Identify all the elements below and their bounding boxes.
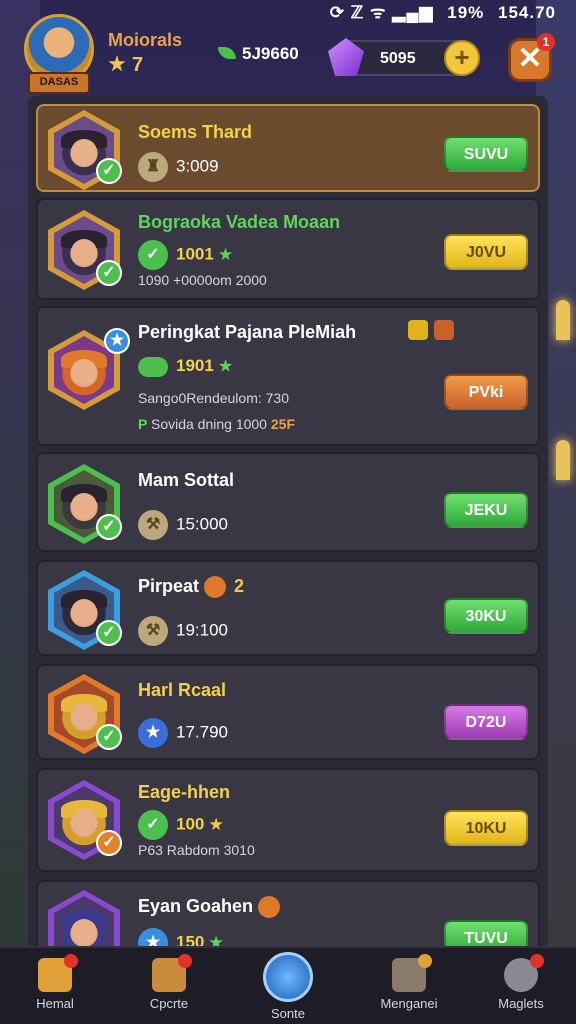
gold-counter: 5J9660: [218, 44, 299, 64]
card-title: Peringkat Pajana PleMiah: [138, 322, 357, 342]
notification-badge: 1: [537, 33, 555, 51]
medal-icon: [434, 320, 454, 340]
avatar-frame: [48, 890, 120, 948]
star-icon: [218, 247, 233, 261]
list-item[interactable]: ✓ Bograoka Vadea Moaan ✓ 1001 1090 +0000o…: [36, 198, 540, 300]
star-icon: [218, 359, 233, 372]
list-item[interactable]: ✓ Soems Thard ♜ 3:009 SUVU: [36, 104, 540, 192]
chest-icon: [392, 954, 432, 992]
badge-icon: ★: [104, 328, 130, 354]
list-item[interactable]: ✓ Mam Sottal ⚒ 15:000 JEKU: [36, 452, 540, 552]
portal-icon: [263, 952, 313, 1002]
card-title: Eyan Goahen: [138, 896, 288, 919]
leaderboard-list[interactable]: ✓ Soems Thard ♜ 3:009 SUVU ✓ Bograoka Vad…: [28, 96, 548, 948]
avatar-tag: DASAS: [28, 72, 90, 94]
badge-icon: ✓: [96, 830, 122, 856]
medal-icon: [258, 896, 281, 919]
house-window: [556, 440, 570, 480]
card-value: 1901: [138, 356, 239, 377]
card-action-button[interactable]: SUVU: [444, 136, 528, 172]
close-button[interactable]: ✕ 1: [508, 33, 555, 82]
card-title: Mam Sottal: [138, 470, 235, 490]
list-item[interactable]: ✓ Harl Rcaal ★ 17.790 D72U: [36, 664, 540, 760]
bottom-nav: Hemal Cpcrte Sonte Menganei Maglets: [0, 946, 576, 1024]
check-icon: ✓: [96, 620, 122, 646]
castle-icon: [152, 954, 192, 992]
card-value: ★ 17.790: [138, 718, 228, 748]
nav-home[interactable]: Hemal: [10, 954, 100, 1011]
card-value: ✓ 100: [138, 810, 229, 840]
star-icon: [209, 817, 223, 831]
list-item[interactable]: ★ Peringkat Pajana PleMiah 1901 Sango0Re…: [36, 306, 540, 446]
check-icon: ✓: [96, 724, 122, 750]
hammer-icon: ⚒: [138, 616, 168, 646]
check-icon: ✓: [138, 810, 168, 840]
house-window: [556, 300, 570, 340]
nav-maglets[interactable]: Maglets: [476, 954, 566, 1011]
card-action-button[interactable]: D72U: [444, 704, 528, 740]
card-value: ⚒ 15:000: [138, 510, 228, 540]
nav-label: Sonte: [271, 1006, 305, 1021]
card-detail: Sango0Rendeulom: 730: [138, 390, 290, 406]
star-icon: ★: [138, 718, 168, 748]
card-title: Soems Thard: [138, 122, 253, 142]
star-icon: [108, 55, 126, 72]
nav-label: Cpcrte: [149, 996, 189, 1011]
card-action-button[interactable]: J0VU: [444, 234, 528, 270]
check-icon: ✓: [138, 240, 168, 270]
list-item[interactable]: ✓ Eage-hhen ✓ 100 P63 Rabdom 3010 10KU: [36, 768, 540, 872]
card-detail: P63 Rabdom 3010: [138, 842, 255, 858]
medal-icon: [204, 576, 227, 599]
card-action-button[interactable]: 30KU: [444, 598, 528, 634]
card-action-button[interactable]: PVki: [444, 374, 528, 410]
card-action-button[interactable]: JEKU: [444, 492, 528, 528]
hammer-icon: ⚒: [138, 510, 168, 540]
card-value: ⚒ 19:100: [138, 616, 228, 646]
player-name: Moiorals: [108, 30, 183, 50]
leaf-icon: [218, 47, 236, 59]
nav-label: Maglets: [498, 996, 544, 1011]
card-value: ♜ 3:009: [138, 152, 219, 182]
card-value: ✓ 1001: [138, 240, 239, 270]
leaf-icon: [138, 356, 168, 377]
nav-sonte[interactable]: Sonte: [243, 952, 333, 1021]
star-icon: ★: [138, 928, 168, 948]
profile-icon: [504, 954, 544, 992]
nav-label: Menganei: [380, 996, 438, 1011]
card-action-button[interactable]: 10KU: [444, 810, 528, 846]
check-icon: ✓: [96, 514, 122, 540]
header: DASAS Moiorals 7 5J9660 5095 + ✕ 1: [0, 14, 576, 94]
gem-counter: 5095 +: [328, 38, 480, 76]
card-title: Harl Rcaal: [138, 680, 227, 700]
card-detail: 1090 +0000om 2000: [138, 272, 267, 288]
check-icon: ✓: [96, 260, 122, 286]
trophy-icon: [408, 320, 428, 340]
card-title: Bograoka Vadea Moaan: [138, 212, 341, 232]
nav-cpcrte[interactable]: Cpcrte: [124, 954, 214, 1011]
list-item[interactable]: Eyan Goahen ★ 150 TUVU: [36, 880, 540, 948]
check-icon: ✓: [96, 158, 122, 184]
add-gems-button[interactable]: +: [444, 40, 480, 76]
home-icon: [38, 954, 78, 992]
card-value: ★ 150: [138, 928, 229, 948]
gem-icon: [328, 38, 364, 76]
gem-value: 5095: [380, 50, 416, 67]
player-level: 7: [108, 54, 143, 77]
card-detail-2: P Sovida dning 1000 25F: [138, 416, 295, 432]
card-action-button[interactable]: TUVU: [444, 920, 528, 948]
card-title: Pirpeat 2: [138, 576, 244, 599]
nav-menganei[interactable]: Menganei: [364, 954, 454, 1011]
list-item[interactable]: ✓ Pirpeat 2 ⚒ 19:100 30KU: [36, 560, 540, 656]
trophy-icon: ♜: [138, 152, 168, 182]
nav-label: Hemal: [36, 996, 74, 1011]
card-title: Eage-hhen: [138, 782, 231, 802]
